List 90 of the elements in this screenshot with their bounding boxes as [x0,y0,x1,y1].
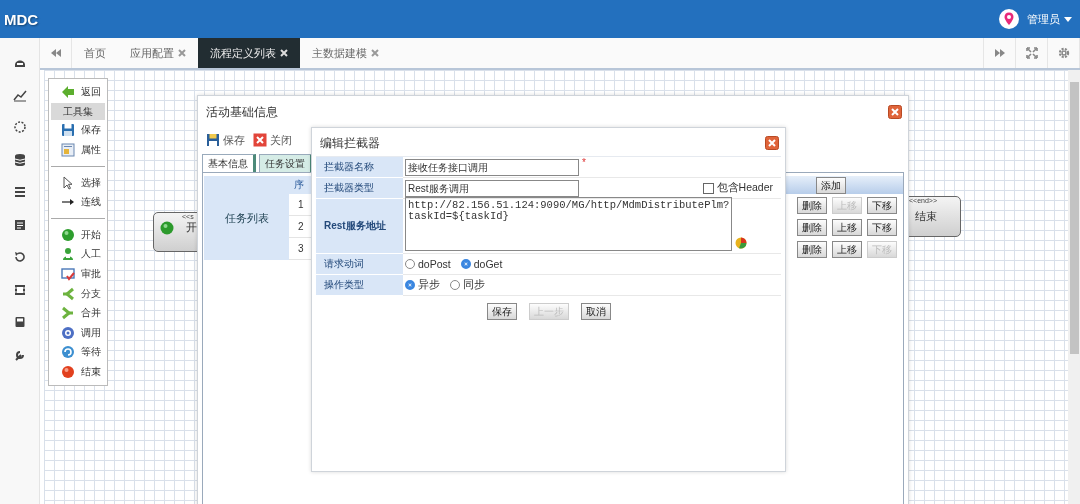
history-icon[interactable] [12,250,27,265]
close-icon[interactable] [888,105,902,119]
person-icon[interactable] [61,247,75,262]
row-button[interactable]: 删除 [797,218,827,236]
app-logo: MDC [4,10,39,28]
radio-label[interactable]: 同步 [463,278,485,292]
dialog-button[interactable]: 取消 [580,303,611,320]
text-field[interactable]: 接收任务接口调用 [405,158,579,176]
field-label: 拦截器类型 [316,178,403,199]
row-button[interactable]: 上移 [832,218,862,236]
database-icon[interactable] [12,152,27,167]
radio-label[interactable]: doGet [473,258,503,270]
radio-button[interactable] [405,280,415,290]
dialog-title: 编辑拦截器 [320,134,380,152]
toolbox-item[interactable]: 保存 [81,123,101,138]
tab[interactable]: 流程定义列表 [198,38,300,68]
toolbox-item[interactable]: 等待 [81,345,101,360]
dialog-button[interactable]: 保存 [486,303,517,320]
checked-tray-icon[interactable] [61,266,75,281]
checkbox-label[interactable]: 包含Header [716,181,773,195]
tab[interactable]: 应用配置 [118,38,198,68]
radio-button[interactable] [460,259,471,269]
required-mark: * [582,157,586,168]
list-icon[interactable] [12,217,27,232]
dialog-title: 活动基础信息 [206,103,278,121]
toolbox-item[interactable]: 结束 [81,364,101,379]
toolbox-heading: 工具集 [51,102,105,120]
radio-label[interactable]: 异步 [418,278,440,292]
caret-icon[interactable] [1064,16,1072,22]
row-header: 任务列表 [204,176,289,260]
double-left-icon[interactable] [49,47,62,59]
circle-icon [160,220,174,235]
url-field[interactable]: http://82.156.51.124:9090/MG/http/MdmDistributePlm?taskId=${taskId} [405,197,733,251]
pie-icon[interactable] [735,237,748,249]
toolbox-item[interactable]: 人工 [81,247,101,262]
tab[interactable]: 任务设置 [259,154,313,172]
node-label: 结束 [915,209,937,224]
row-button[interactable]: 上移 [832,240,862,258]
double-right-icon[interactable] [993,47,1006,59]
toolbox-item[interactable]: 合并 [81,306,101,321]
toolbox-item[interactable]: 审批 [81,266,101,281]
floppy-icon[interactable] [206,133,220,147]
gear-circle-icon[interactable] [61,325,75,340]
circle-icon[interactable] [61,364,75,379]
toolbox-item[interactable]: 返回 [81,84,101,99]
form-icon[interactable] [61,143,75,157]
settings-icon[interactable] [1057,47,1070,59]
fullscreen-icon[interactable] [1025,47,1038,59]
scroll-thumb[interactable] [1070,82,1079,354]
branch-icon[interactable] [61,286,75,301]
floppy-icon[interactable] [61,123,75,138]
row-button[interactable]: 删除 [797,196,827,214]
toolbox-item[interactable]: 调用 [81,325,101,340]
arrow-left-icon[interactable] [61,84,75,99]
toolbar-button[interactable]: 关闭 [270,132,292,148]
field-label: 请求动词 [316,254,403,275]
radio-label[interactable]: doPost [418,258,451,270]
avatar-icon [999,9,1019,29]
radio-button[interactable] [450,280,460,290]
menu-icon[interactable] [12,185,27,200]
merge-icon[interactable] [61,306,75,321]
close-icon[interactable] [765,136,779,150]
field-label: Rest服务地址 [316,199,403,254]
film-icon[interactable] [12,282,27,297]
circle-icon[interactable] [61,227,75,242]
radio-button[interactable] [405,259,415,269]
tab[interactable]: 主数据建模 [300,38,391,68]
toolbox-item[interactable]: 选择 [81,175,101,190]
tab[interactable]: 基本信息 [202,154,256,172]
toolbox-item[interactable]: 分支 [81,286,101,301]
toolbar-button[interactable]: 保存 [223,132,245,148]
scrollbar[interactable] [1068,70,1080,504]
tab[interactable]: 首页 [72,38,118,68]
column-header: 序 [289,176,311,194]
row-button[interactable]: 下移 [867,196,897,214]
field-label: 拦截器名称 [316,157,403,178]
toolbox-item[interactable]: 属性 [81,143,101,157]
checkbox[interactable] [702,182,714,194]
toolbox-item[interactable]: 开始 [81,227,101,242]
row-button[interactable]: 删除 [797,240,827,258]
user-menu[interactable]: 管理员 [1027,11,1060,27]
row-button[interactable]: 下移 [867,218,897,236]
pointer-icon[interactable] [61,175,75,190]
spinner-icon[interactable] [12,120,27,135]
node-label: 开 [186,220,197,235]
add-button[interactable]: 添加 [816,176,846,194]
toolbox-item[interactable]: 连线 [81,195,101,210]
text-field[interactable]: Rest服务调用 [405,179,579,197]
field-label: 操作类型 [316,275,403,296]
refresh-icon[interactable] [61,345,75,360]
